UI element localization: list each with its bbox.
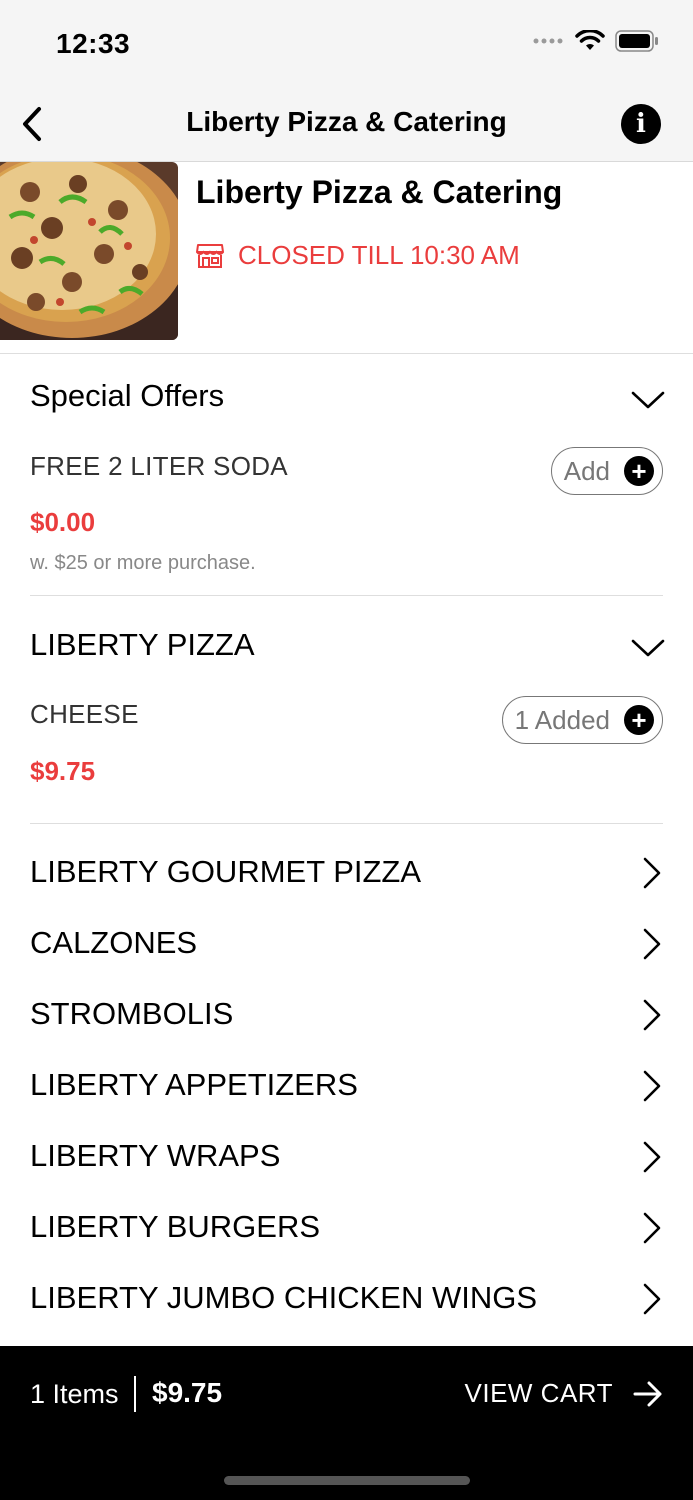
chevron-right-icon — [643, 1283, 661, 1315]
category-label: LIBERTY JUMBO CHICKEN WINGS — [30, 1280, 537, 1315]
menu-item-description: w. $25 or more purchase. — [30, 552, 256, 574]
category-row-wraps[interactable]: LIBERTY WRAPS — [0, 1126, 693, 1186]
menu-item-price: $0.00 — [30, 507, 96, 537]
view-cart-button[interactable]: VIEW CART — [465, 1378, 663, 1409]
add-button-label: Add — [563, 455, 610, 486]
category-label: CALZONES — [30, 925, 198, 960]
battery-icon — [615, 30, 658, 52]
category-row-gourmet-pizza[interactable]: LIBERTY GOURMET PIZZA — [0, 842, 693, 902]
chevron-right-icon — [643, 1212, 661, 1244]
plus-icon: + — [624, 705, 654, 735]
section-title-special-offers[interactable]: Special Offers — [30, 378, 224, 414]
category-row-calzones[interactable]: CALZONES — [0, 913, 693, 973]
plus-icon: + — [624, 456, 654, 486]
chevron-right-icon — [643, 857, 661, 889]
section-title-liberty-pizza[interactable]: LIBERTY PIZZA — [30, 627, 255, 663]
category-label: LIBERTY APPETIZERS — [30, 1067, 358, 1102]
category-row-chicken-wings[interactable]: LIBERTY JUMBO CHICKEN WINGS — [0, 1268, 693, 1328]
chevron-right-icon — [643, 928, 661, 960]
category-row-burgers[interactable]: LIBERTY BURGERS — [0, 1197, 693, 1257]
info-button[interactable]: i — [621, 104, 661, 144]
chevron-right-icon — [643, 999, 661, 1031]
restaurant-header: Liberty Pizza & Catering CLOSED TILL 10:… — [0, 162, 693, 354]
category-label: LIBERTY GOURMET PIZZA — [30, 854, 422, 889]
navigation-bar: Liberty Pizza & Catering i — [0, 88, 693, 162]
status-icons — [533, 30, 659, 52]
wifi-icon — [575, 30, 605, 50]
added-button-label: 1 Added — [514, 704, 610, 735]
status-bar: 12:33 — [0, 0, 693, 88]
category-row-strombolis[interactable]: STROMBOLIS — [0, 984, 693, 1044]
restaurant-status: CLOSED TILL 10:30 AM — [196, 240, 520, 271]
divider — [30, 595, 663, 596]
cart-total: $9.75 — [152, 1377, 223, 1408]
category-label: LIBERTY BURGERS — [30, 1209, 321, 1244]
cart-item-count: 1 Items — [30, 1379, 119, 1409]
cellular-signal-icon — [533, 38, 563, 44]
category-label: STROMBOLIS — [30, 996, 234, 1031]
chevron-right-icon — [643, 1070, 661, 1102]
status-time: 12:33 — [56, 28, 131, 59]
page-title: Liberty Pizza & Catering — [186, 106, 507, 137]
divider — [30, 823, 663, 824]
restaurant-name: Liberty Pizza & Catering — [196, 174, 563, 210]
store-icon — [196, 243, 224, 268]
menu-item-name[interactable]: CHEESE — [30, 699, 139, 730]
menu-item-name[interactable]: FREE 2 LITER SODA — [30, 451, 288, 482]
add-button[interactable]: Add + — [550, 447, 663, 495]
home-indicator — [224, 1476, 470, 1485]
pizza-image — [0, 162, 178, 340]
cart-separator — [134, 1376, 136, 1412]
arrow-right-icon — [633, 1381, 662, 1406]
menu-item-price: $9.75 — [30, 756, 96, 786]
restaurant-image — [0, 162, 178, 340]
added-button[interactable]: 1 Added + — [501, 696, 663, 744]
info-icon: i — [636, 109, 646, 139]
status-text: CLOSED TILL 10:30 AM — [238, 240, 520, 270]
category-label: LIBERTY WRAPS — [30, 1138, 281, 1173]
chevron-down-icon[interactable] — [631, 638, 665, 658]
view-cart-label: VIEW CART — [464, 1378, 613, 1408]
chevron-down-icon[interactable] — [631, 390, 665, 410]
chevron-right-icon — [643, 1141, 661, 1173]
category-row-appetizers[interactable]: LIBERTY APPETIZERS — [0, 1055, 693, 1115]
